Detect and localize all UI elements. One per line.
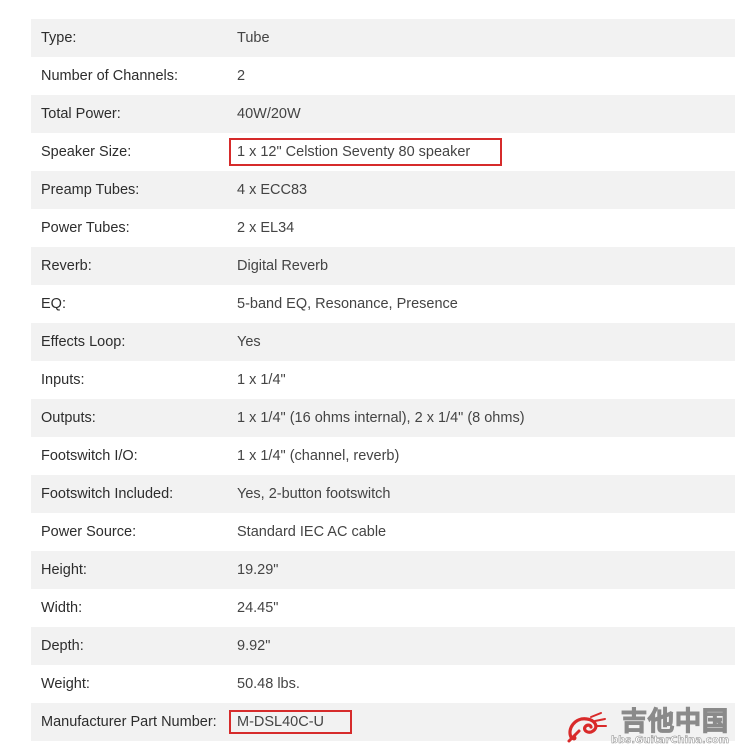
spec-value: 24.45" — [237, 600, 279, 616]
spec-label: Depth: — [41, 638, 84, 654]
watermark-url-text: bbs.GuitarChina.com — [610, 735, 730, 747]
spec-value: Digital Reverb — [237, 258, 329, 274]
spec-label: Width: — [41, 600, 83, 616]
spec-row-eq: EQ: 5-band EQ, Resonance, Presence — [31, 285, 735, 323]
spec-label: Footswitch I/O: — [41, 448, 138, 464]
spec-row-reverb: Reverb: Digital Reverb — [31, 247, 735, 285]
spec-label: Effects Loop: — [41, 334, 126, 350]
spec-value: Yes — [237, 334, 261, 350]
watermark-chinese-text: 吉他中国 — [620, 707, 729, 737]
spec-label: Preamp Tubes: — [41, 182, 140, 198]
spec-label: Outputs: — [41, 410, 96, 426]
spec-row-width: Width: 24.45" — [31, 589, 735, 627]
spec-value: 1 x 1/4" (channel, reverb) — [237, 448, 400, 464]
spec-row-speaker-size: Speaker Size: 1 x 12" Celstion Seventy 8… — [31, 133, 735, 171]
spec-value: 1 x 1/4" — [237, 372, 286, 388]
spec-value: 9.92" — [237, 638, 271, 654]
spec-value: 50.48 lbs. — [237, 676, 300, 692]
spec-value: Standard IEC AC cable — [237, 524, 387, 540]
spec-label: Weight: — [41, 676, 90, 692]
spec-row-power-source: Power Source: Standard IEC AC cable — [31, 513, 735, 551]
spec-value: 40W/20W — [237, 106, 301, 122]
spec-row-height: Height: 19.29" — [31, 551, 735, 589]
spec-row-footswitch-included: Footswitch Included: Yes, 2-button foots… — [31, 475, 735, 513]
spec-label: Speaker Size: — [41, 144, 132, 160]
spec-label: Height: — [41, 562, 87, 578]
spec-row-preamp-tubes: Preamp Tubes: 4 x ECC83 — [31, 171, 735, 209]
spec-row-inputs: Inputs: 1 x 1/4" — [31, 361, 735, 399]
spec-label: Type: — [41, 30, 77, 46]
spec-value-highlighted: M-DSL40C-U — [228, 710, 353, 734]
spec-label: EQ: — [41, 296, 66, 312]
spec-value: 2 — [237, 68, 246, 84]
spec-label: Inputs: — [41, 372, 85, 388]
spec-row-total-power: Total Power: 40W/20W — [31, 95, 735, 133]
spec-value: 19.29" — [237, 562, 279, 578]
watermark: 吉他中国 bbs.GuitarChina.com — [565, 707, 730, 747]
spec-value: 1 x 1/4" (16 ohms internal), 2 x 1/4" (8… — [237, 410, 525, 426]
spec-row-type: Type: Tube — [31, 19, 735, 57]
guitar-swirl-icon — [567, 711, 607, 742]
spec-row-depth: Depth: 9.92" — [31, 627, 735, 665]
spec-row-footswitch-io: Footswitch I/O: 1 x 1/4" (channel, rever… — [31, 437, 735, 475]
spec-label: Power Source: — [41, 524, 137, 540]
spec-row-channels: Number of Channels: 2 — [31, 57, 735, 95]
spec-value: 4 x ECC83 — [237, 182, 308, 198]
spec-label: Manufacturer Part Number: — [41, 714, 217, 730]
spec-row-power-tubes: Power Tubes: 2 x EL34 — [31, 209, 735, 247]
spec-label: Power Tubes: — [41, 220, 130, 236]
spec-table: Type: Tube Number of Channels: 2 Total P… — [31, 19, 735, 741]
spec-label: Total Power: — [41, 106, 121, 122]
spec-value: Tube — [237, 30, 270, 46]
spec-value-highlighted: 1 x 12" Celstion Seventy 80 speaker — [228, 138, 503, 166]
spec-label: Reverb: — [41, 258, 92, 274]
spec-value: 2 x EL34 — [237, 220, 295, 236]
spec-label: Footswitch Included: — [41, 486, 174, 502]
spec-value: Yes, 2-button footswitch — [237, 486, 391, 502]
spec-row-effects-loop: Effects Loop: Yes — [31, 323, 735, 361]
spec-label: Number of Channels: — [41, 68, 179, 84]
spec-row-weight: Weight: 50.48 lbs. — [31, 665, 735, 703]
spec-row-outputs: Outputs: 1 x 1/4" (16 ohms internal), 2 … — [31, 399, 735, 437]
spec-value: 5-band EQ, Resonance, Presence — [237, 296, 458, 312]
